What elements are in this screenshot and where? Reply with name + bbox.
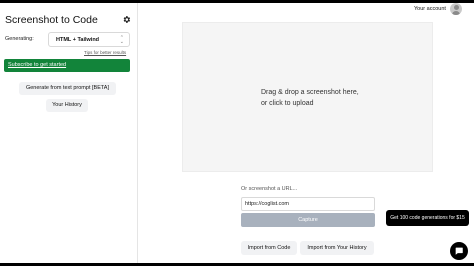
subscribe-link[interactable]: Subscribe to get started: [8, 62, 66, 68]
upload-dropzone[interactable]: Drag & drop a screenshot here, or click …: [182, 22, 433, 172]
capture-button[interactable]: Capture: [241, 213, 375, 227]
import-from-code-button[interactable]: Import from Code: [241, 241, 297, 255]
dropzone-text: Drag & drop a screenshot here, or click …: [261, 87, 359, 109]
stack-select[interactable]: HTML + Tailwind ⌃ ⌄: [48, 32, 130, 47]
account-label[interactable]: Your account: [414, 6, 446, 12]
dropzone-line-1: Drag & drop a screenshot here,: [261, 89, 359, 96]
avatar-head-shape: [453, 5, 459, 10]
tips-link[interactable]: Tips for better results: [84, 50, 126, 55]
app-title: Screenshot to Code: [5, 14, 98, 26]
url-input[interactable]: [241, 197, 375, 211]
avatar[interactable]: [450, 3, 462, 15]
sidebar: Screenshot to Code Generating: HTML + Ta…: [0, 3, 138, 263]
promo-button[interactable]: Get 100 code generations for $15: [386, 210, 469, 226]
text-prompt-button[interactable]: Generate from text prompt [BETA]: [19, 82, 116, 95]
import-from-history-button[interactable]: Import from Your History: [300, 241, 374, 255]
url-label: Or screenshot a URL...: [241, 186, 298, 192]
dropzone-line-2: or click to upload: [261, 100, 314, 107]
avatar-body-shape: [452, 11, 460, 15]
subscribe-banner[interactable]: Subscribe to get started: [4, 59, 130, 72]
your-history-button[interactable]: Your History: [46, 99, 88, 112]
generating-label: Generating:: [5, 36, 34, 42]
gear-icon[interactable]: [122, 15, 131, 24]
chat-bubble-icon[interactable]: [450, 242, 468, 260]
stack-select-value: HTML + Tailwind: [56, 37, 100, 43]
chevron-updown-icon: ⌃ ⌄: [119, 35, 124, 45]
